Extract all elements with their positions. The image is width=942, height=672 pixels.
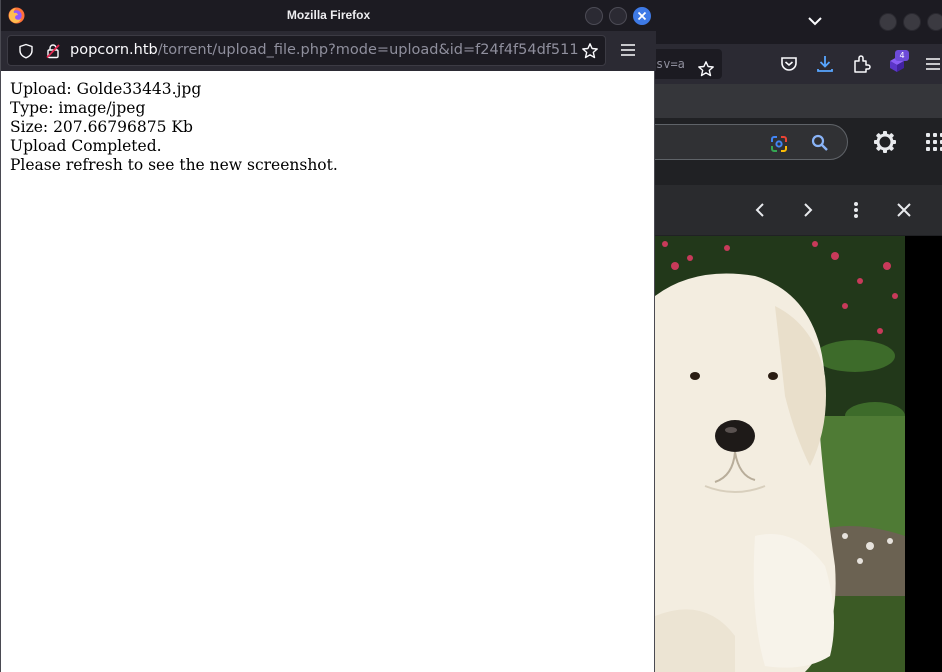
background-url-bar[interactable]: sv=a [655,49,722,79]
background-nav-bar: sv=a 4 [655,44,942,84]
background-menu-icon[interactable] [923,54,942,74]
downloads-icon[interactable] [815,54,835,74]
close-button[interactable] [633,7,651,25]
upload-size-line: Size: 207.66796875 Kb [10,118,193,136]
tab-list-chevron-icon[interactable] [805,10,825,32]
google-lens-icon[interactable] [769,134,789,154]
apps-grid-icon[interactable] [925,131,942,153]
window-title: Mozilla Firefox [286,8,371,22]
background-tab-bar [655,0,942,44]
more-options-icon[interactable] [846,200,866,220]
desktop: sv=a 4 Mozilla Firefox popcorn.htb/torre… [0,0,942,672]
insecure-lock-icon[interactable] [45,43,61,59]
search-icon[interactable] [810,133,830,153]
url-host: popcorn.htb [70,42,158,58]
url-bar[interactable]: popcorn.htb/torrent/upload_file.php?mode… [7,35,606,66]
golden-retriever-puppy-image [655,236,905,672]
background-close-button[interactable] [927,13,942,31]
background-maximize-button[interactable] [903,13,921,31]
upload-filename-line: Upload: Golde33443.jpg [10,80,202,98]
background-url-fragment: sv=a [656,57,685,71]
background-minimize-button[interactable] [879,13,897,31]
google-header-strip [655,84,942,118]
extension-count-badge: 4 [895,50,909,61]
minimize-button[interactable] [585,7,603,25]
gear-icon[interactable] [873,130,897,154]
url-text[interactable]: popcorn.htb/torrent/upload_file.php?mode… [70,36,578,65]
bookmark-star-icon[interactable] [581,42,599,60]
close-viewer-icon[interactable] [894,200,914,220]
tracking-protection-shield-icon[interactable] [18,43,34,59]
bookmark-star-icon[interactable] [697,60,715,78]
navigation-toolbar: popcorn.htb/torrent/upload_file.php?mode… [1,31,656,71]
menu-icon[interactable] [619,41,637,59]
previous-image-icon[interactable] [750,200,770,220]
puppy-photo[interactable] [655,236,905,672]
background-browser-window: sv=a 4 [635,0,942,672]
maximize-button[interactable] [609,7,627,25]
photo-letterbox [905,236,942,672]
close-icon [637,11,647,21]
page-content: Upload: Golde33443.jpg Type: image/jpeg … [1,71,654,672]
upload-type-line: Type: image/jpeg [10,99,146,117]
window-titlebar: Mozilla Firefox [1,0,656,31]
next-image-icon[interactable] [798,200,818,220]
extensions-icon[interactable] [851,54,871,74]
refresh-instruction-line: Please refresh to see the new screenshot… [10,156,338,174]
popup-browser-window: Mozilla Firefox popcorn.htb/torrent/uplo… [0,0,656,672]
upload-status-line: Upload Completed. [10,137,162,155]
pocket-icon[interactable] [779,54,799,74]
url-path: /torrent/upload_file.php?mode=upload&id=… [157,42,578,58]
